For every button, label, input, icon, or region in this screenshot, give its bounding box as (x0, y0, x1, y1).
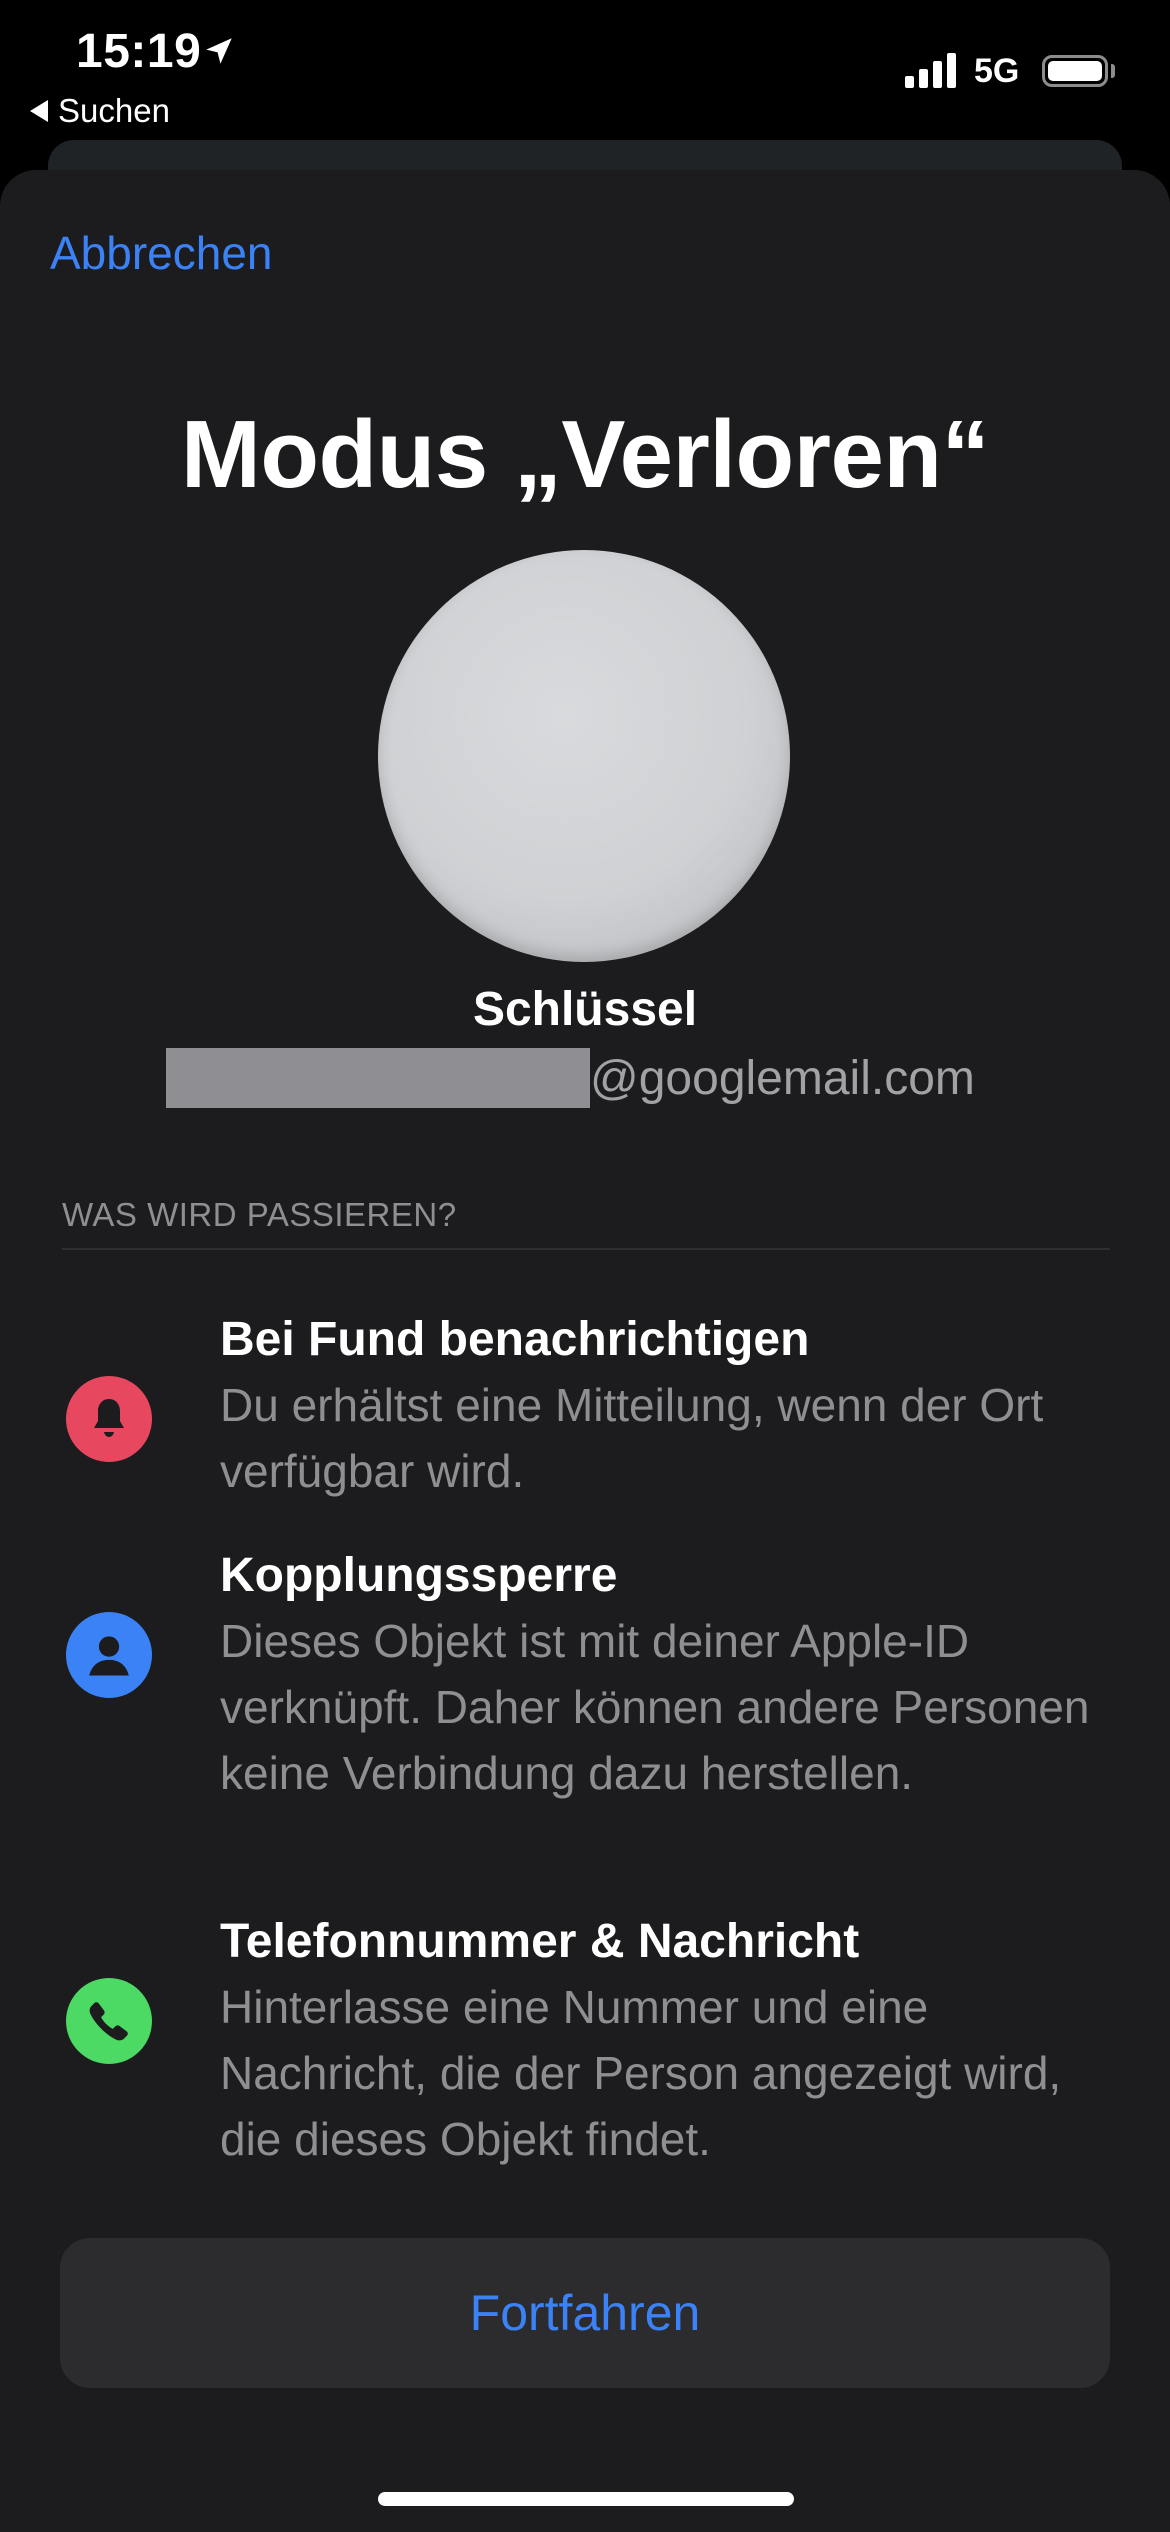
feature-title: Bei Fund benachrichtigen (220, 1313, 810, 1366)
section-header: WAS WIRD PASSIEREN? (62, 1196, 457, 1233)
back-to-search-link[interactable]: Suchen (30, 92, 170, 130)
airtag-image (378, 550, 790, 962)
feature-title: Kopplungssperre (220, 1549, 618, 1602)
feature-description: Hinterlasse eine Nummer und eine Nachric… (220, 1981, 1062, 2165)
bell-icon (66, 1376, 152, 1462)
home-indicator[interactable] (378, 2492, 794, 2506)
item-name: Schlüssel (472, 983, 698, 1036)
account-email: @googlemail.com (166, 1048, 975, 1108)
redacted-email-user (166, 1048, 590, 1108)
continue-button[interactable]: Fortfahren (60, 2238, 1110, 2388)
network-type: 5G (974, 52, 1020, 90)
cancel-button[interactable]: Abbrechen (50, 226, 273, 280)
person-icon (66, 1612, 152, 1698)
location-arrow-icon (206, 38, 232, 64)
phone-icon (66, 1978, 152, 2064)
email-domain: @googlemail.com (590, 1051, 975, 1105)
status-time: 15:19 (76, 25, 202, 78)
back-triangle-icon (30, 100, 48, 122)
feature-description: Dieses Objekt ist mit deiner Apple-ID ve… (220, 1615, 1090, 1799)
section-divider (62, 1248, 1110, 1250)
feature-title: Telefonnummer & Nachricht (220, 1915, 860, 1968)
lost-mode-sheet: Abbrechen Modus „Verloren“ Schlüssel @go… (0, 170, 1170, 2532)
back-link-label: Suchen (58, 92, 170, 129)
battery-icon (1042, 55, 1108, 87)
page-title: Modus „Verloren“ (180, 401, 990, 508)
battery-tip (1111, 64, 1115, 78)
cellular-signal-icon (905, 52, 956, 88)
feature-description: Du erhältst eine Mitteilung, wenn der Or… (220, 1379, 1044, 1497)
